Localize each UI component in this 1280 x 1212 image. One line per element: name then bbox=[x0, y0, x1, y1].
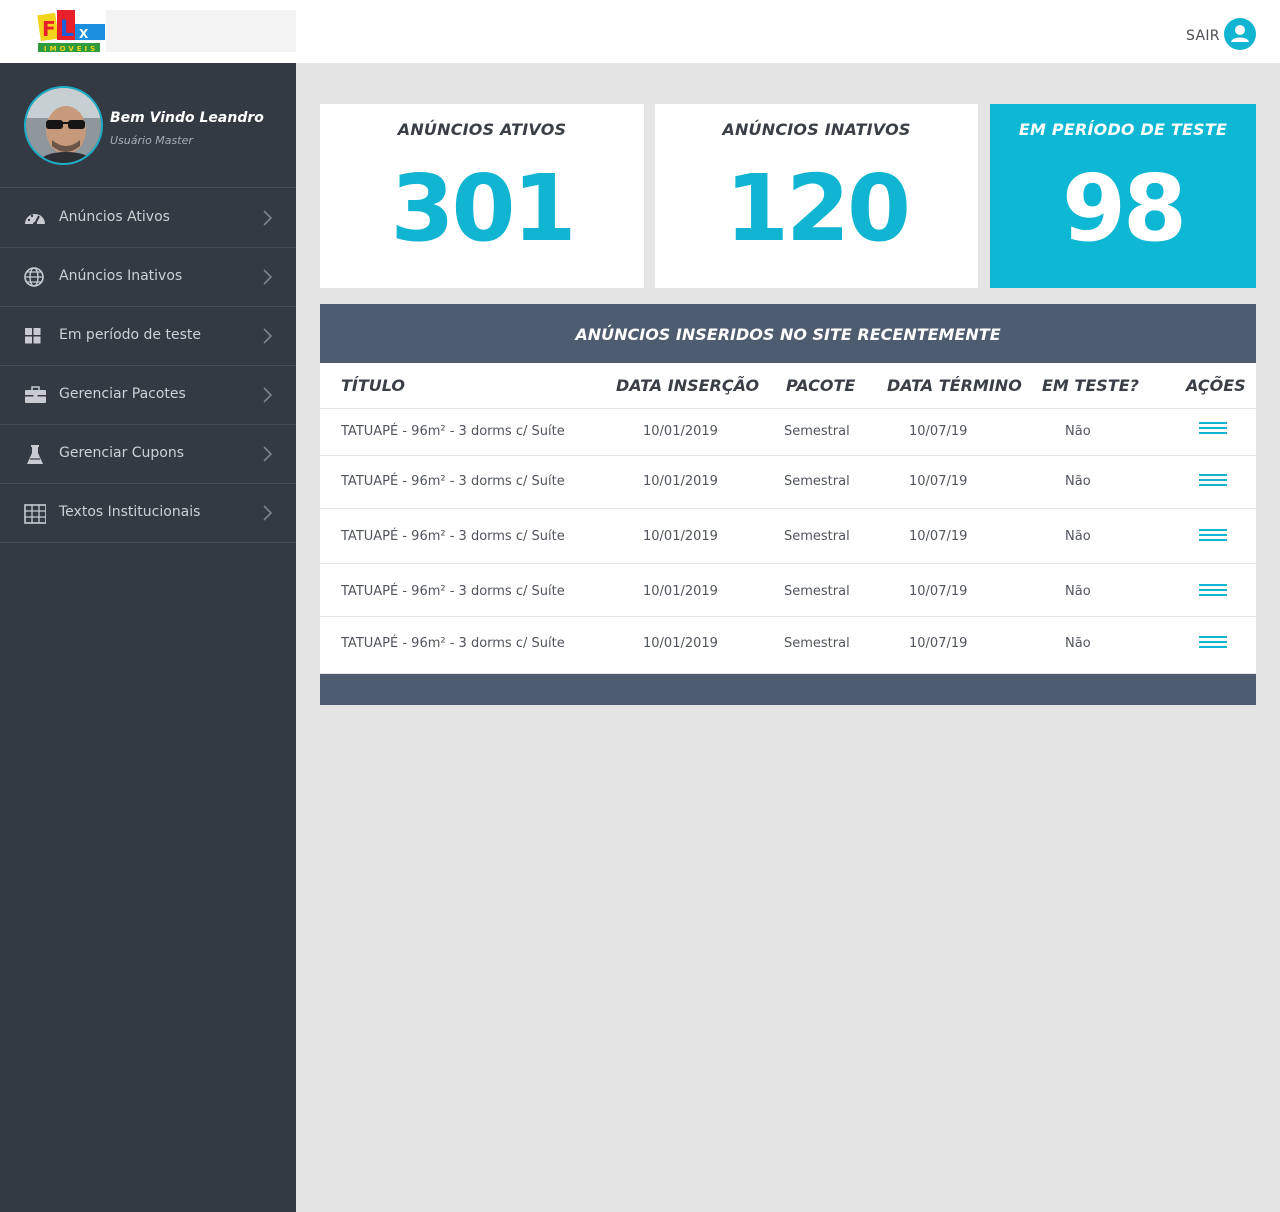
cell-data-insercao: 10/01/2019 bbox=[643, 584, 718, 599]
row-actions-menu-icon[interactable] bbox=[1199, 422, 1227, 438]
sidebar-item-label: Textos Institucionais bbox=[59, 504, 201, 520]
stat-card-title: EM PERÍODO DE TESTE bbox=[1018, 120, 1228, 139]
stat-card-inativos[interactable]: ANÚNCIOS INATIVOS 120 bbox=[655, 104, 978, 288]
sidebar-item-label: Gerenciar Pacotes bbox=[59, 386, 186, 402]
cell-data-insercao: 10/01/2019 bbox=[643, 424, 718, 439]
cell-data-insercao: 10/01/2019 bbox=[643, 636, 718, 651]
cell-em-teste: Não bbox=[1065, 529, 1091, 544]
brand-logo[interactable]: F L X IMOVEIS bbox=[36, 8, 106, 54]
sidebar-item-textos-institucionais[interactable]: Textos Institucionais bbox=[0, 484, 296, 543]
recent-listings-table: TÍTULO DATA INSERÇÃO PACOTE DATA TÉRMINO… bbox=[320, 363, 1256, 673]
sidebar: Bem Vindo Leandro Usuário Master Anúncio… bbox=[0, 63, 296, 1212]
stat-card-title: ANÚNCIOS ATIVOS bbox=[397, 120, 567, 139]
table-row[interactable]: TATUAPÉ - 96m² - 3 dorms c/ Suíte 10/01/… bbox=[320, 509, 1256, 564]
sidebar-item-label: Anúncios Ativos bbox=[59, 209, 170, 225]
table-row[interactable]: TATUAPÉ - 96m² - 3 dorms c/ Suíte 10/01/… bbox=[320, 409, 1256, 456]
cell-pacote: Semestral bbox=[784, 529, 850, 544]
chevron-right-icon bbox=[261, 269, 273, 285]
table-row[interactable]: TATUAPÉ - 96m² - 3 dorms c/ Suíte 10/01/… bbox=[320, 617, 1256, 673]
cell-em-teste: Não bbox=[1065, 584, 1091, 599]
cell-em-teste: Não bbox=[1065, 474, 1091, 489]
row-actions-menu-icon[interactable] bbox=[1199, 474, 1227, 490]
chevron-right-icon bbox=[261, 505, 273, 521]
cell-titulo: TATUAPÉ - 96m² - 3 dorms c/ Suíte bbox=[341, 584, 565, 599]
cell-data-insercao: 10/01/2019 bbox=[643, 474, 718, 489]
column-header-acoes: AÇÕES bbox=[1186, 376, 1246, 395]
svg-text:X: X bbox=[79, 27, 89, 41]
sidebar-item-label: Em período de teste bbox=[59, 327, 201, 343]
chevron-right-icon bbox=[261, 446, 273, 462]
sidebar-item-periodo-teste[interactable]: Em período de teste bbox=[0, 307, 296, 366]
svg-text:F: F bbox=[42, 17, 56, 41]
column-header-data-termino: DATA TÉRMINO bbox=[887, 376, 1022, 395]
sidebar-item-gerenciar-pacotes[interactable]: Gerenciar Pacotes bbox=[0, 366, 296, 425]
cell-titulo: TATUAPÉ - 96m² - 3 dorms c/ Suíte bbox=[341, 424, 565, 439]
table-header-row: TÍTULO DATA INSERÇÃO PACOTE DATA TÉRMINO… bbox=[320, 363, 1256, 409]
row-actions-menu-icon[interactable] bbox=[1199, 636, 1227, 652]
flask-icon bbox=[24, 444, 46, 466]
sidebar-menu: Anúncios Ativos Anúncios Inativos Em per… bbox=[0, 189, 296, 543]
briefcase-icon bbox=[24, 385, 46, 407]
cell-pacote: Semestral bbox=[784, 424, 850, 439]
cell-titulo: TATUAPÉ - 96m² - 3 dorms c/ Suíte bbox=[341, 529, 565, 544]
cell-pacote: Semestral bbox=[784, 584, 850, 599]
chevron-right-icon bbox=[261, 387, 273, 403]
panel-title: ANÚNCIOS INSERIDOS NO SITE RECENTEMENTE bbox=[575, 325, 1001, 344]
dashboard-gauge-icon bbox=[24, 208, 46, 230]
chevron-right-icon bbox=[261, 210, 273, 226]
stat-card-teste[interactable]: EM PERÍODO DE TESTE 98 bbox=[990, 104, 1256, 288]
cell-data-termino: 10/07/19 bbox=[909, 584, 968, 599]
cell-titulo: TATUAPÉ - 96m² - 3 dorms c/ Suíte bbox=[341, 474, 565, 489]
cell-data-termino: 10/07/19 bbox=[909, 529, 968, 544]
column-header-data-insercao: DATA INSERÇÃO bbox=[616, 376, 760, 395]
user-profile: Bem Vindo Leandro Usuário Master bbox=[0, 63, 296, 188]
stat-card-value: 120 bbox=[724, 155, 911, 262]
cell-data-termino: 10/07/19 bbox=[909, 424, 968, 439]
cell-titulo: TATUAPÉ - 96m² - 3 dorms c/ Suíte bbox=[341, 636, 565, 651]
sidebar-item-label: Gerenciar Cupons bbox=[59, 445, 185, 461]
table-row[interactable]: TATUAPÉ - 96m² - 3 dorms c/ Suíte 10/01/… bbox=[320, 456, 1256, 509]
svg-text:IMOVEIS: IMOVEIS bbox=[44, 45, 98, 53]
column-header-em-teste: EM TESTE? bbox=[1042, 376, 1139, 395]
cell-data-termino: 10/07/19 bbox=[909, 636, 968, 651]
cell-em-teste: Não bbox=[1065, 424, 1091, 439]
cell-data-insercao: 10/01/2019 bbox=[643, 529, 718, 544]
welcome-text: Bem Vindo Leandro bbox=[110, 110, 264, 126]
stat-card-title: ANÚNCIOS INATIVOS bbox=[722, 120, 911, 139]
column-header-pacote: PACOTE bbox=[786, 376, 856, 395]
recent-listings-header: ANÚNCIOS INSERIDOS NO SITE RECENTEMENTE bbox=[320, 304, 1256, 363]
stat-card-value: 98 bbox=[1061, 155, 1187, 262]
globe-icon bbox=[24, 267, 46, 289]
sidebar-item-gerenciar-cupons[interactable]: Gerenciar Cupons bbox=[0, 425, 296, 484]
row-actions-menu-icon[interactable] bbox=[1199, 529, 1227, 545]
stat-card-ativos[interactable]: ANÚNCIOS ATIVOS 301 bbox=[320, 104, 644, 288]
sidebar-item-anuncios-inativos[interactable]: Anúncios Inativos bbox=[0, 248, 296, 307]
recent-listings-footer bbox=[320, 674, 1256, 705]
logout-link[interactable]: SAIR bbox=[1186, 28, 1220, 44]
grid-tiles-icon bbox=[24, 326, 46, 348]
cell-data-termino: 10/07/19 bbox=[909, 474, 968, 489]
table-grid-icon bbox=[24, 503, 47, 525]
stat-card-value: 301 bbox=[390, 155, 576, 262]
cell-pacote: Semestral bbox=[784, 636, 850, 651]
cell-pacote: Semestral bbox=[784, 474, 850, 489]
svg-text:L: L bbox=[60, 17, 74, 42]
table-row[interactable]: TATUAPÉ - 96m² - 3 dorms c/ Suíte 10/01/… bbox=[320, 564, 1256, 617]
cell-em-teste: Não bbox=[1065, 636, 1091, 651]
user-account-icon[interactable] bbox=[1224, 18, 1256, 50]
user-role: Usuário Master bbox=[110, 134, 193, 147]
sidebar-item-anuncios-ativos[interactable]: Anúncios Ativos bbox=[0, 189, 296, 248]
logo-placeholder-area bbox=[106, 10, 296, 52]
avatar[interactable] bbox=[24, 86, 103, 165]
sidebar-item-label: Anúncios Inativos bbox=[59, 268, 183, 284]
row-actions-menu-icon[interactable] bbox=[1199, 584, 1227, 600]
top-header: F L X IMOVEIS SAIR bbox=[0, 0, 1280, 63]
column-header-titulo: TÍTULO bbox=[341, 376, 405, 395]
chevron-right-icon bbox=[261, 328, 273, 344]
